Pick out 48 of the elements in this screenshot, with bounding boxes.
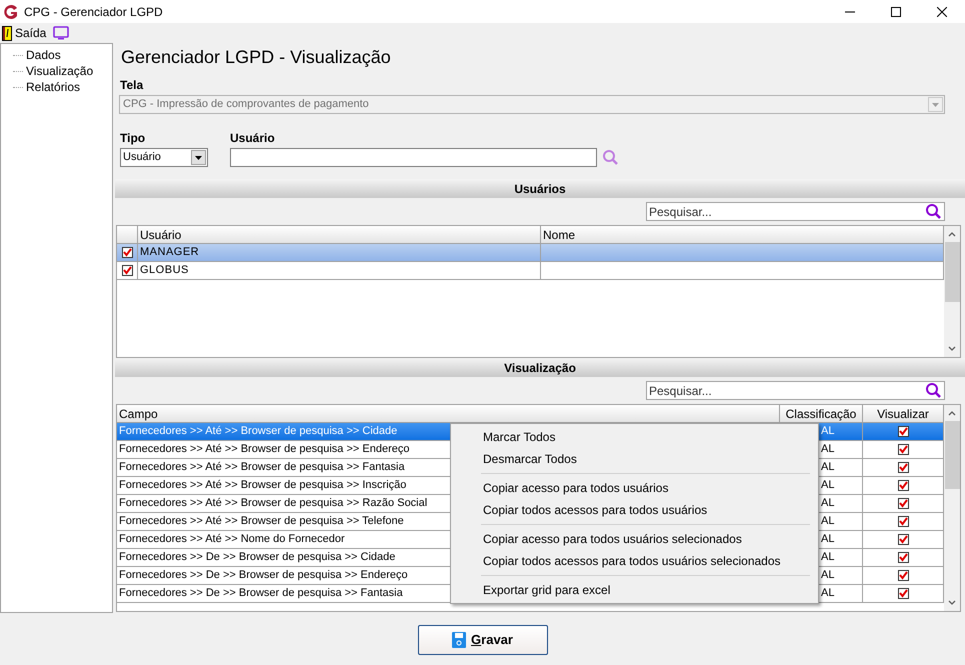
column-header[interactable]: Visualizar xyxy=(863,405,944,423)
scrollbar-thumb[interactable] xyxy=(944,242,960,302)
usuario-label: Usuário xyxy=(230,130,276,147)
scrollbar-thumb[interactable] xyxy=(944,421,960,489)
checkbox[interactable] xyxy=(898,588,908,599)
column-header[interactable]: Nome xyxy=(541,226,944,244)
search-field[interactable]: Pesquisar... xyxy=(646,381,945,400)
maximize-icon[interactable] xyxy=(891,6,901,16)
table-cell: GLOBUS xyxy=(138,262,541,280)
save-button[interactable]: Gravar xyxy=(418,625,548,655)
checkbox[interactable] xyxy=(898,480,908,491)
column-header[interactable]: Classificação xyxy=(780,405,863,423)
tela-label: Tela xyxy=(120,78,144,92)
page-heading: Gerenciador LGPD - Visualização xyxy=(121,47,391,67)
section-header: Usuários xyxy=(115,179,965,198)
usuario-field[interactable] xyxy=(230,148,597,167)
checkbox[interactable] xyxy=(898,570,908,581)
checkbox[interactable] xyxy=(898,516,908,527)
column-header[interactable]: Usuário xyxy=(138,226,541,244)
scrollbar[interactable] xyxy=(944,405,960,611)
scrollbar[interactable] xyxy=(944,226,960,357)
checkbox[interactable] xyxy=(898,498,908,509)
section-header: Visualização xyxy=(115,358,965,377)
checkbox[interactable] xyxy=(898,426,908,437)
checkbox[interactable] xyxy=(898,444,908,455)
checkbox[interactable] xyxy=(898,552,908,563)
sidebar-item[interactable]: Visualização xyxy=(25,62,94,80)
search-field[interactable]: Pesquisar... xyxy=(646,202,945,221)
column-header[interactable]: Campo xyxy=(117,405,780,423)
checkbox[interactable] xyxy=(898,462,908,473)
window-title: CPG - Gerenciador LGPD xyxy=(24,4,163,20)
sidebar-item[interactable]: Relatórios xyxy=(25,78,82,96)
table-cell: MANAGER xyxy=(138,244,541,262)
search-icon[interactable] xyxy=(925,203,942,220)
checkbox[interactable] xyxy=(122,247,132,258)
close-icon[interactable] xyxy=(937,6,947,16)
exit-button[interactable]: Saída xyxy=(2,24,46,42)
tipo-label: Tipo xyxy=(120,130,146,147)
checkbox[interactable] xyxy=(122,265,132,276)
search-icon[interactable] xyxy=(925,382,942,399)
tipo-dropdown[interactable]: Usuário xyxy=(120,148,208,167)
caret-icon[interactable] xyxy=(195,156,202,160)
sidebar-item[interactable]: Dados xyxy=(25,46,62,64)
monitor-icon[interactable] xyxy=(53,26,70,40)
checkbox[interactable] xyxy=(898,534,908,545)
door-icon[interactable] xyxy=(2,26,12,40)
tela-dropdown[interactable]: CPG - Impressão de comprovantes de pagamento xyxy=(119,95,945,114)
app-logo-icon xyxy=(3,4,19,20)
